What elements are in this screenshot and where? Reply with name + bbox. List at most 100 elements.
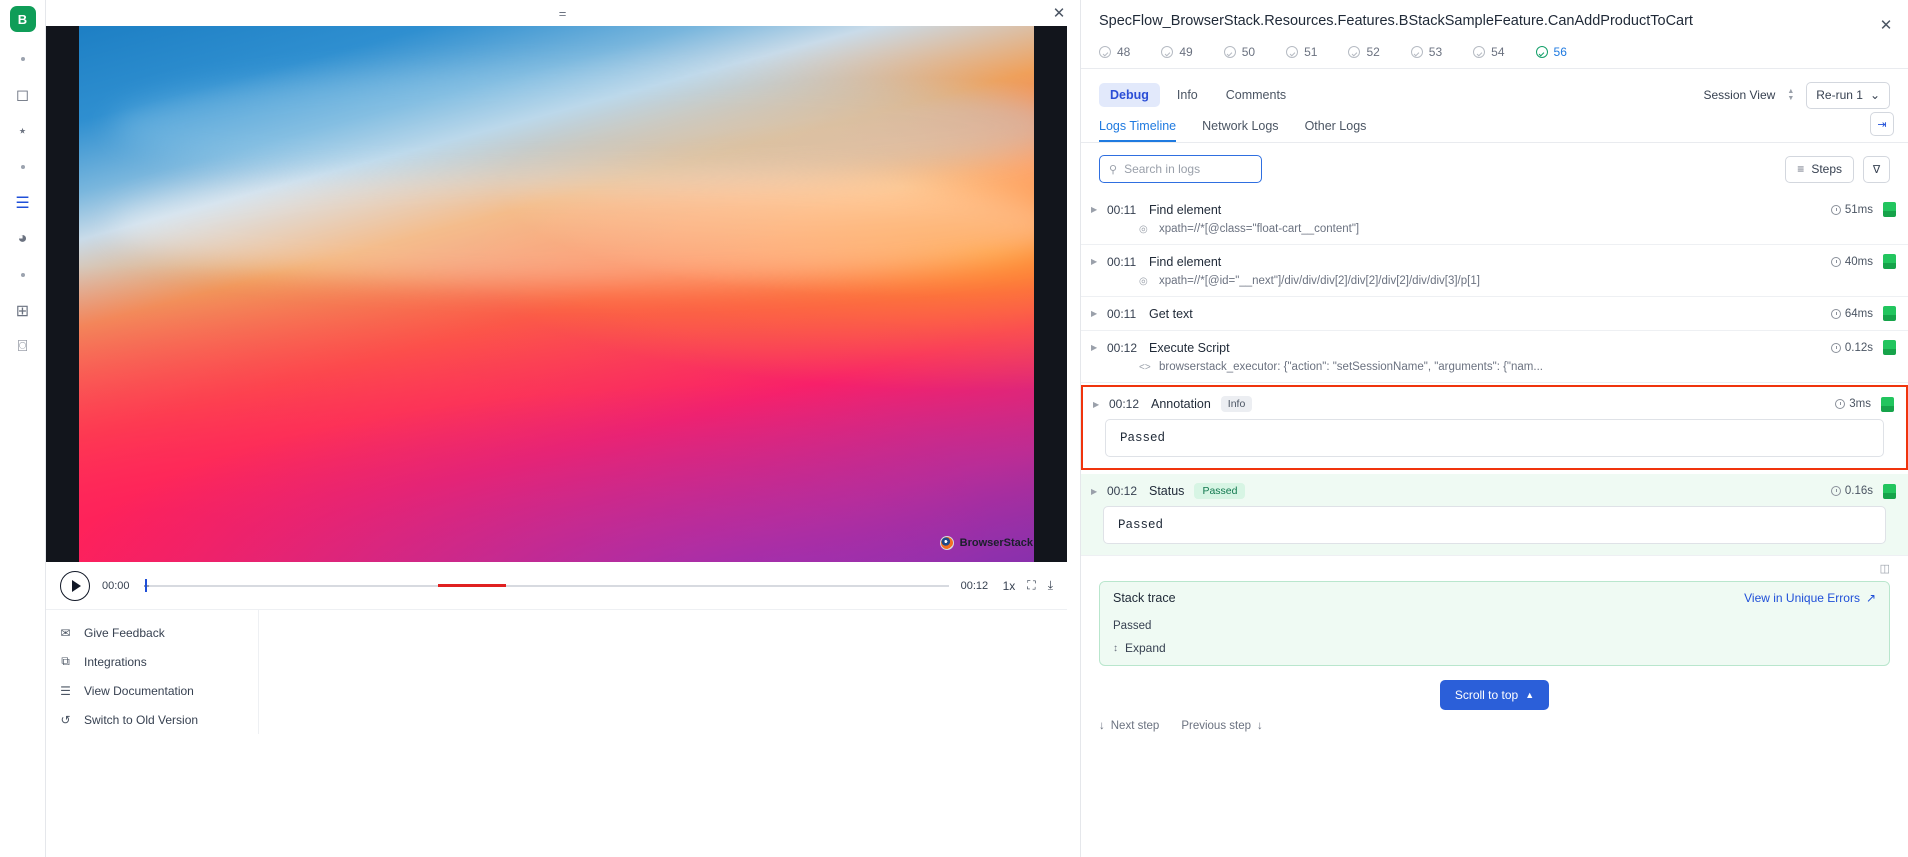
rail-icon-dot-1[interactable]	[8, 46, 38, 72]
rail-icon-device[interactable]: ⌼	[8, 334, 38, 360]
rerun-dropdown[interactable]: Re-run 1 ⌄	[1806, 82, 1890, 109]
duration-label: 0.16s	[1845, 485, 1873, 497]
scroll-to-top-button[interactable]: Scroll to top ▲	[1440, 680, 1549, 710]
menu-item-view-documentation[interactable]: ☰ View Documentation	[46, 676, 258, 705]
panel-close-icon[interactable]: ✕	[1878, 17, 1894, 33]
fullscreen-icon[interactable]: ⛶	[1027, 578, 1035, 593]
step-tab-label: 50	[1242, 45, 1255, 59]
download-icon[interactable]: ⤓	[1048, 578, 1053, 593]
log-detail: ◎ xpath=//*[@id="__next"]/div/div/div[2]…	[1081, 269, 1908, 287]
next-step-button[interactable]: ↓ Next step	[1099, 720, 1159, 732]
log-detail-text: browserstack_executor: {"action": "setSe…	[1159, 361, 1543, 373]
log-entry-header: ▶ 00:11 Get text 64ms	[1081, 306, 1908, 321]
step-tab-52[interactable]: 52	[1348, 45, 1379, 59]
step-tab-53[interactable]: 53	[1411, 45, 1442, 59]
tab-other-logs[interactable]: Other Logs	[1305, 119, 1367, 142]
screenshot-thumbnail[interactable]	[1883, 340, 1896, 355]
log-detail: <> browserstack_executor: {"action": "se…	[1081, 355, 1908, 373]
feedback-icon: ✉	[58, 626, 73, 640]
screenshot-thumbnail[interactable]	[1883, 202, 1896, 217]
dot-icon	[21, 273, 25, 277]
screenshot-thumbnail[interactable]	[1881, 397, 1894, 412]
rail-icon-tree[interactable]: ⋆	[8, 118, 38, 144]
tab-comments[interactable]: Comments	[1215, 83, 1297, 107]
drag-handle-icon[interactable]: =	[559, 6, 568, 21]
search-in-logs-box[interactable]: ⚲	[1099, 155, 1262, 183]
expand-caret-icon[interactable]: ▶	[1091, 487, 1107, 496]
log-entry-get-text[interactable]: ▶ 00:11 Get text 64ms	[1081, 297, 1908, 331]
log-entry-meta: 51ms	[1831, 202, 1896, 217]
step-tab-49[interactable]: 49	[1161, 45, 1192, 59]
expand-caret-icon[interactable]: ▶	[1091, 205, 1107, 214]
previous-step-button[interactable]: Previous step ↓	[1181, 720, 1262, 732]
tab-network-logs[interactable]: Network Logs	[1202, 119, 1278, 142]
playback-speed-button[interactable]: 1x	[1003, 579, 1016, 593]
target-icon: ◎	[1139, 224, 1152, 235]
check-circle-icon	[1286, 46, 1298, 58]
check-circle-icon	[1224, 46, 1236, 58]
tab-info[interactable]: Info	[1166, 83, 1209, 107]
expand-stack-trace-button[interactable]: ↕ Expand	[1100, 634, 1889, 665]
seek-track	[144, 585, 949, 587]
step-tab-48[interactable]: 48	[1099, 45, 1130, 59]
view-in-unique-errors-link[interactable]: View in Unique Errors ↗	[1744, 591, 1876, 605]
log-list[interactable]: ▶ 00:11 Find element 51ms ◎ xpath=//*[@c…	[1081, 193, 1908, 857]
log-entry-annotation[interactable]: ▶ 00:12 Annotation Info 3ms Passed	[1081, 385, 1908, 470]
tab-logs-timeline[interactable]: Logs Timeline	[1099, 119, 1176, 142]
expand-caret-icon[interactable]: ▶	[1091, 343, 1107, 352]
steps-button[interactable]: ≡ Steps	[1785, 156, 1854, 183]
integrations-icon: ⧉	[58, 654, 73, 669]
target-icon: ◎	[1139, 276, 1152, 287]
rail-icon-app-automate[interactable]: ⊞	[8, 298, 38, 324]
video-surface[interactable]: BrowserStack	[46, 26, 1067, 562]
session-debug-page: B ◻ ⋆ ☰ ◕ ⊞ ⌼ = ✕ BrowserStack	[0, 0, 1908, 857]
log-entry-meta: 40ms	[1831, 254, 1896, 269]
screenshot-thumbnail[interactable]	[1883, 254, 1896, 269]
duration-label: 3ms	[1849, 398, 1871, 410]
step-tab-50[interactable]: 50	[1224, 45, 1255, 59]
expand-caret-icon[interactable]: ▶	[1091, 257, 1107, 266]
player-titlebar: = ✕	[46, 0, 1080, 26]
menu-label: Give Feedback	[84, 626, 165, 640]
steps-label: Steps	[1811, 162, 1842, 176]
log-timestamp: 00:12	[1107, 484, 1149, 498]
close-icon[interactable]: ✕	[1050, 4, 1068, 22]
menu-item-integrations[interactable]: ⧉ Integrations	[46, 647, 258, 676]
play-button[interactable]	[60, 571, 90, 601]
search-input[interactable]	[1124, 162, 1244, 176]
step-tab-54[interactable]: 54	[1473, 45, 1504, 59]
menu-label: Switch to Old Version	[84, 713, 198, 727]
rail-icon-automate[interactable]: ☰	[8, 190, 38, 216]
log-entry-header: ▶ 00:12 Status Passed 0.16s	[1081, 483, 1908, 499]
browserstack-logo[interactable]: B	[10, 6, 36, 32]
log-entry-execute-script[interactable]: ▶ 00:12 Execute Script 0.12s <> browsers…	[1081, 331, 1908, 383]
rail-icon-percy[interactable]: ◕	[8, 226, 38, 252]
previous-step-label: Previous step	[1181, 720, 1251, 732]
step-tab-56[interactable]: 56	[1536, 45, 1567, 59]
panel-collapse-icon[interactable]: ⇥	[1870, 112, 1894, 136]
log-entry-find-element-2[interactable]: ▶ 00:11 Find element 40ms ◎ xpath=//*[@i…	[1081, 245, 1908, 297]
seek-slider[interactable]	[144, 578, 949, 594]
log-entry-status[interactable]: ▶ 00:12 Status Passed 0.16s Passed	[1081, 474, 1908, 556]
seek-handle[interactable]	[145, 579, 147, 592]
menu-item-give-feedback[interactable]: ✉ Give Feedback	[46, 618, 258, 647]
filter-button[interactable]: ∇	[1863, 156, 1890, 183]
log-entry-find-element-1[interactable]: ▶ 00:11 Find element 51ms ◎ xpath=//*[@c…	[1081, 193, 1908, 245]
rail-icon-dot-2[interactable]	[8, 154, 38, 180]
session-view-stepper[interactable]: ▲ ▼	[1787, 89, 1794, 102]
screenshot-strip-toggle[interactable]: ◫	[1081, 556, 1908, 575]
log-duration: 64ms	[1831, 308, 1873, 320]
step-tab-51[interactable]: 51	[1286, 45, 1317, 59]
expand-caret-icon[interactable]: ▶	[1093, 400, 1109, 409]
stack-trace-card: Stack trace View in Unique Errors ↗ Pass…	[1099, 581, 1890, 666]
menu-item-switch-to-old-version[interactable]: ↺ Switch to Old Version	[46, 705, 258, 734]
log-entry-header: ▶ 00:12 Annotation Info 3ms	[1083, 396, 1906, 412]
scroll-top-label: Scroll to top	[1455, 688, 1518, 702]
rail-icon-dashboard[interactable]: ◻	[8, 82, 38, 108]
screenshot-thumbnail[interactable]	[1883, 484, 1896, 499]
screenshot-thumbnail[interactable]	[1883, 306, 1896, 321]
expand-caret-icon[interactable]: ▶	[1091, 309, 1107, 318]
step-tab-label: 48	[1117, 45, 1130, 59]
rail-icon-dot-3[interactable]	[8, 262, 38, 288]
tab-debug[interactable]: Debug	[1099, 83, 1160, 107]
